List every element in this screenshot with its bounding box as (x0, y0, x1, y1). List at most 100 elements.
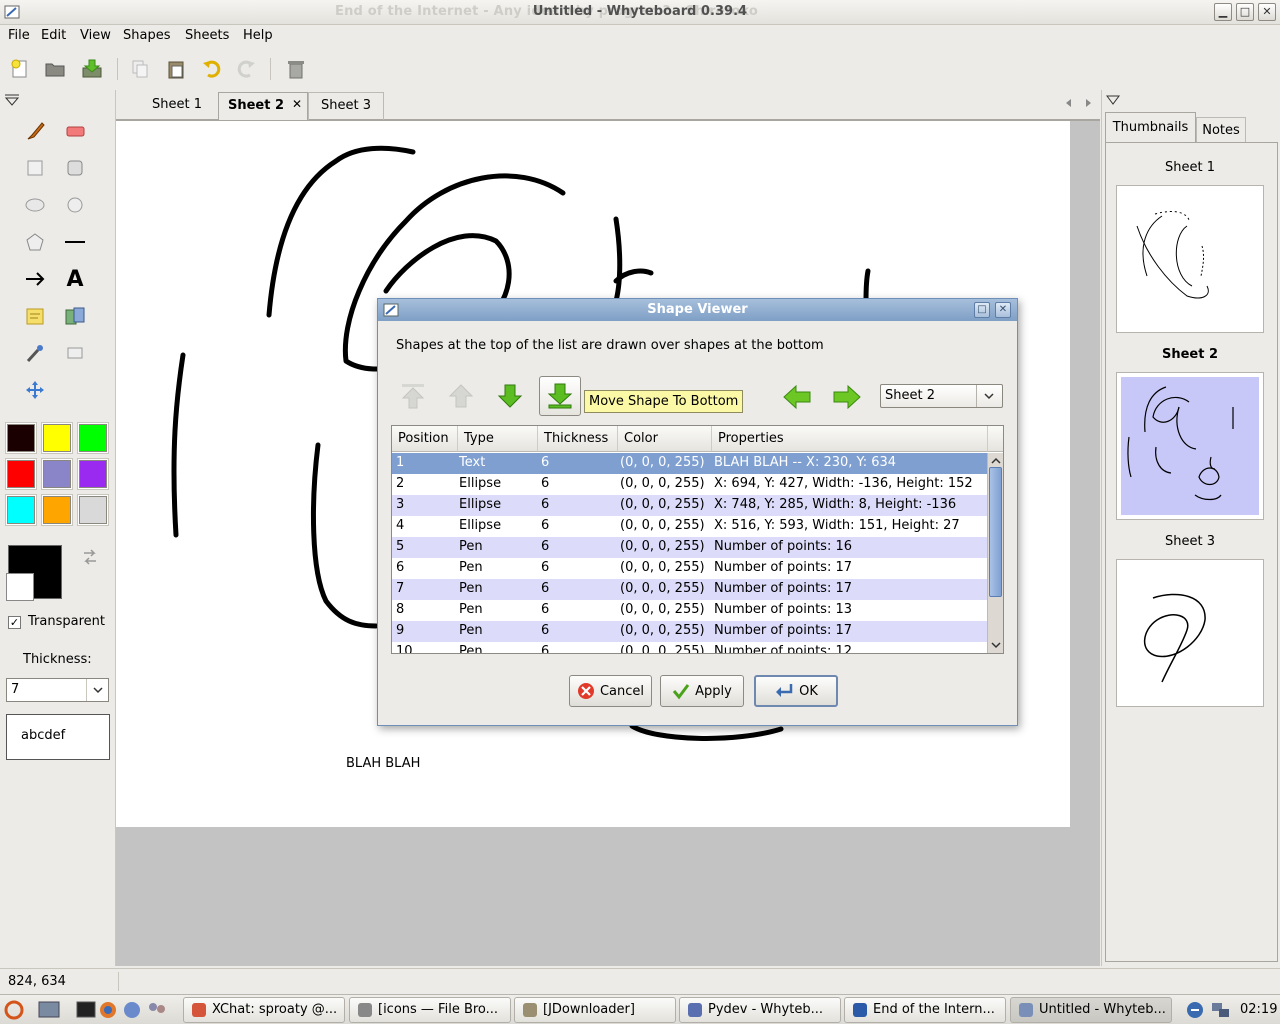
ubuntu-menu-icon[interactable] (4, 1000, 24, 1024)
copy-icon[interactable] (126, 55, 154, 83)
font-preview[interactable]: abcdef (6, 714, 110, 760)
chevron-left-icon[interactable] (1064, 97, 1074, 112)
tab-notes[interactable]: Notes (1196, 117, 1246, 142)
tab-sheet-2[interactable]: Sheet 2 ✕ (218, 92, 308, 120)
menu-file[interactable]: File (8, 28, 30, 43)
shape-row[interactable]: 2 Ellipse 6 (0, 0, 0, 255) X: 694, Y: 427, W… (392, 474, 987, 495)
scrollbar-thumb[interactable] (989, 467, 1002, 597)
eraser-icon[interactable] (60, 116, 90, 146)
cancel-button[interactable]: Cancel (569, 675, 652, 707)
pen-icon[interactable] (20, 116, 50, 146)
close-button[interactable]: ✕ (1258, 3, 1276, 21)
transparent-checkbox[interactable]: ✓ (8, 616, 21, 629)
vertical-scrollbar[interactable] (987, 453, 1003, 653)
menu-sheets[interactable]: Sheets (185, 28, 229, 43)
tab-sheet-1[interactable]: Sheet 1 (140, 92, 214, 120)
line-icon[interactable] (60, 227, 90, 257)
thumbnail-sheet-2[interactable] (1116, 372, 1264, 520)
apply-button[interactable]: Apply (660, 675, 744, 707)
color-swatch[interactable] (41, 458, 73, 490)
color-swatch[interactable] (77, 494, 109, 526)
task-whyteboard[interactable]: Untitled - Whyteb... (1010, 997, 1172, 1023)
network-icon[interactable] (1210, 1000, 1232, 1024)
note-icon[interactable] (20, 301, 50, 331)
shape-row[interactable]: 3 Ellipse 6 (0, 0, 0, 255) X: 748, Y: 285, W… (392, 495, 987, 516)
task-xchat[interactable]: XChat: sproaty @... (183, 997, 345, 1023)
thickness-combobox[interactable]: 7 (6, 678, 109, 702)
color-swatch[interactable] (5, 458, 37, 490)
shape-row[interactable]: 5 Pen 6 (0, 0, 0, 255) Number of points: 16 (392, 537, 987, 558)
delete-icon[interactable] (282, 55, 310, 83)
ok-button[interactable]: OK (754, 675, 838, 707)
task-file-browser[interactable]: [icons — File Bro... (349, 997, 511, 1023)
firefox-icon[interactable] (98, 1000, 118, 1024)
rectangle-icon[interactable] (20, 153, 50, 183)
select-icon[interactable] (60, 338, 90, 368)
column-header-color[interactable]: Color (618, 426, 712, 452)
close-tab-icon[interactable]: ✕ (292, 97, 302, 111)
dialog-close-button[interactable]: ✕ (995, 302, 1011, 318)
new-icon[interactable] (6, 55, 34, 83)
eyedropper-icon[interactable] (20, 338, 50, 368)
undo-icon[interactable] (198, 55, 226, 83)
polygon-icon[interactable] (20, 227, 50, 257)
chevron-right-icon[interactable] (1083, 97, 1093, 112)
task-jdownloader[interactable]: [JDownloader] (514, 997, 676, 1023)
move-up-icon[interactable] (442, 377, 480, 415)
text-icon[interactable]: A (60, 264, 90, 294)
tab-sheet-3[interactable]: Sheet 3 (308, 92, 384, 120)
tab-thumbnails[interactable]: Thumbnails (1105, 112, 1196, 142)
collapse-panel-icon[interactable] (4, 94, 20, 110)
column-header-position[interactable]: Position (392, 426, 458, 452)
color-swatch[interactable] (41, 422, 73, 454)
shape-row[interactable]: 9 Pen 6 (0, 0, 0, 255) Number of points: 17 (392, 621, 987, 642)
shape-row[interactable]: 6 Pen 6 (0, 0, 0, 255) Number of points: 17 (392, 558, 987, 579)
chevron-down-icon[interactable] (91, 683, 105, 701)
sheet-select[interactable]: Sheet 2 (880, 384, 1003, 408)
shape-list-grid[interactable]: Position Type Thickness Color Properties… (391, 425, 1004, 654)
arrow-icon[interactable] (20, 264, 50, 294)
circle-icon[interactable] (60, 190, 90, 220)
color-swatch[interactable] (5, 422, 37, 454)
move-icon[interactable] (20, 375, 50, 405)
show-desktop-icon[interactable] (38, 1000, 60, 1024)
secondary-color-well[interactable] (6, 573, 34, 601)
redo-icon[interactable] (232, 55, 260, 83)
open-icon[interactable] (41, 55, 69, 83)
column-header-type[interactable]: Type (458, 426, 538, 452)
shape-row[interactable]: 4 Ellipse 6 (0, 0, 0, 255) X: 516, Y: 593, W… (392, 516, 987, 537)
previous-sheet-icon[interactable] (778, 378, 816, 416)
color-swatch[interactable] (5, 494, 37, 526)
terminal-icon[interactable] (76, 1000, 96, 1024)
color-swatch[interactable] (77, 458, 109, 490)
minimize-button[interactable]: ▁ (1214, 3, 1232, 21)
chevron-down-icon[interactable] (982, 389, 996, 407)
color-swatch[interactable] (77, 422, 109, 454)
menu-view[interactable]: View (80, 28, 111, 43)
column-header-thickness[interactable]: Thickness (538, 426, 618, 452)
media-icon[interactable] (60, 301, 90, 331)
task-pydev[interactable]: Pydev - Whyteb... (679, 997, 841, 1023)
thumbnail-sheet-3[interactable] (1116, 559, 1264, 707)
save-icon[interactable] (78, 55, 106, 83)
scroll-down-icon[interactable] (990, 639, 1002, 653)
shape-row[interactable]: 1 Text 6 (0, 0, 0, 255) BLAH BLAH -- X: 230,… (392, 453, 987, 474)
color-swatch[interactable] (41, 494, 73, 526)
next-sheet-icon[interactable] (828, 378, 866, 416)
task-browser[interactable]: End of the Intern... (844, 997, 1006, 1023)
pidgin-icon[interactable] (122, 1000, 142, 1024)
move-to-bottom-button[interactable] (539, 376, 581, 416)
update-notifier-icon[interactable] (1184, 1000, 1206, 1024)
move-down-icon[interactable] (491, 377, 529, 415)
paste-icon[interactable] (162, 55, 190, 83)
maximize-button[interactable]: □ (1236, 3, 1254, 21)
menu-help[interactable]: Help (243, 28, 273, 43)
column-header-properties[interactable]: Properties (712, 426, 988, 452)
canvas-text-shape[interactable]: BLAH BLAH (346, 756, 420, 771)
shape-row[interactable]: 10 Pen 6 (0, 0, 0, 255) Number of points: 12 (392, 642, 987, 653)
thumbnail-sheet-1[interactable] (1116, 185, 1264, 333)
swap-colors-icon[interactable] (80, 547, 100, 571)
people-icon[interactable] (146, 1000, 168, 1024)
dialog-maximize-button[interactable]: □ (974, 302, 990, 318)
collapse-side-panel-icon[interactable] (1106, 94, 1120, 110)
